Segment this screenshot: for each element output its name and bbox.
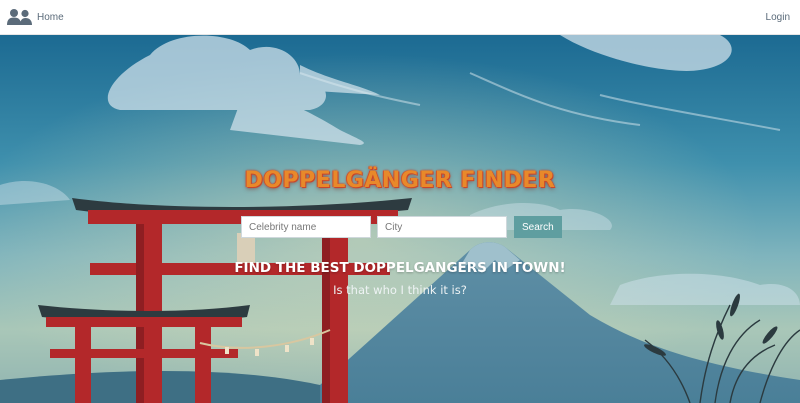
search-form: Search: [241, 216, 562, 238]
page-title: DOPPELGÄNGER FINDER: [244, 168, 556, 193]
home-link-label: Home: [37, 11, 64, 23]
login-link[interactable]: Login: [766, 12, 790, 23]
celebrity-name-input[interactable]: [241, 216, 371, 238]
hero-subtitle: FIND THE BEST DOPPELGANGERS IN TOWN!: [234, 260, 566, 276]
home-link[interactable]: Home: [7, 8, 64, 26]
hero-content: DOPPELGÄNGER FINDER Search FIND THE BEST…: [0, 35, 800, 403]
users-icon: [7, 8, 33, 26]
search-button[interactable]: Search: [514, 216, 562, 238]
navbar: Home Login: [0, 0, 800, 35]
city-input[interactable]: [377, 216, 507, 238]
hero-tagline: Is that who I think it is?: [333, 283, 467, 297]
